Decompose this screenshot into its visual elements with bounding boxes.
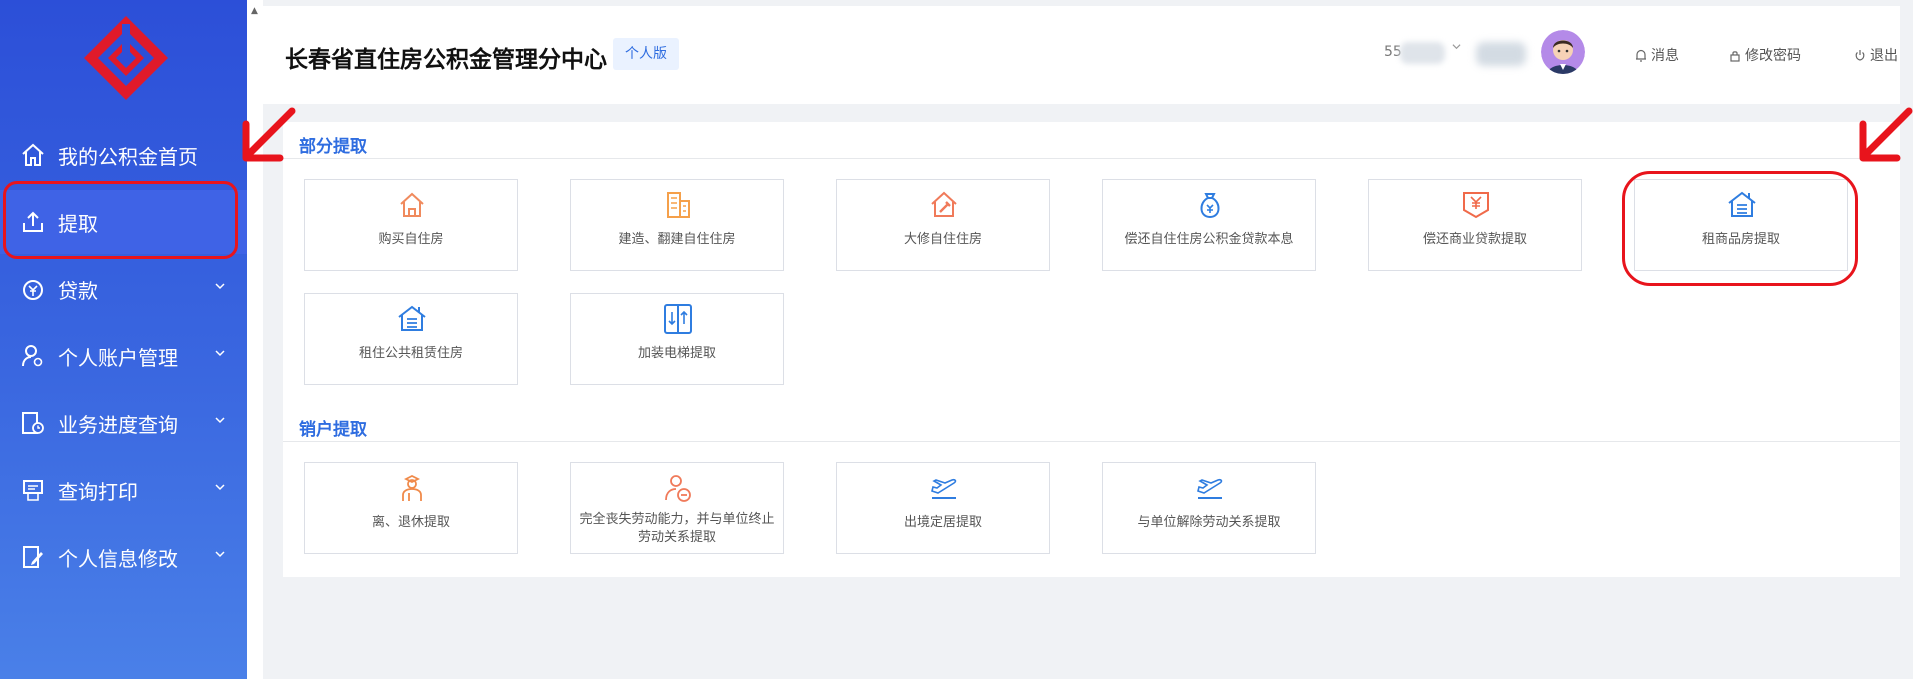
sidebar-item-progress[interactable]: 业务进度查询 xyxy=(0,391,247,455)
house-repair-icon xyxy=(931,191,957,217)
card-retirement[interactable]: 离、退休提取 xyxy=(304,462,518,554)
change-password-label: 修改密码 xyxy=(1745,48,1801,64)
card-label: 离、退休提取 xyxy=(371,515,450,530)
money-bag-icon xyxy=(1200,193,1220,219)
card-repair-house[interactable]: 大修自住住房 xyxy=(836,179,1050,271)
lock-icon xyxy=(1730,50,1740,62)
sidebar-item-loan[interactable]: 贷款 xyxy=(0,257,247,321)
card-install-elevator[interactable]: 加装电梯提取 xyxy=(570,293,784,385)
card-label: 偿还商业贷款提取 xyxy=(1422,232,1527,247)
sidebar-item-label: 查询打印 xyxy=(58,479,138,504)
sidebar-item-label: 业务进度查询 xyxy=(58,412,178,437)
messages-label: 消息 xyxy=(1651,48,1679,64)
section-title-partial: 部分提取 xyxy=(299,137,367,157)
top-header: 长春省直住房公积金管理分中心 个人版 55 消息 修改密码 退出 xyxy=(263,6,1900,104)
yuan-bag-icon xyxy=(23,280,43,300)
card-terminate-employment[interactable]: 与单位解除劳动关系提取 xyxy=(1102,462,1316,554)
building-icon xyxy=(667,192,690,218)
edit-profile-icon xyxy=(23,546,43,568)
card-buy-house[interactable]: 购买自住房 xyxy=(304,179,518,271)
logout-link[interactable]: 退出 xyxy=(1854,45,1898,65)
card-repay-provident-loan[interactable]: 偿还自住住房公积金贷款本息 xyxy=(1102,179,1316,271)
card-repay-commercial-loan[interactable]: 偿还商业贷款提取 xyxy=(1368,179,1582,271)
sidebar-item-account[interactable]: 个人账户管理 xyxy=(0,324,247,388)
bell-icon xyxy=(1636,49,1646,62)
card-label: 与单位解除劳动关系提取 xyxy=(1137,515,1281,530)
sidebar: 我的公积金首页 提取 贷款 个人账户管理 业务进度查询 查询打印 个人信息修改 xyxy=(0,0,247,679)
house-icon xyxy=(400,192,424,217)
retiree-icon xyxy=(402,474,422,501)
card-disability[interactable]: 完全丧失劳动能力，并与单位终止劳动关系提取 xyxy=(570,462,784,554)
power-icon xyxy=(1855,49,1865,61)
section-divider xyxy=(283,158,1900,159)
progress-clock-icon xyxy=(22,412,44,434)
redacted-info xyxy=(1476,42,1526,66)
user-settings-icon xyxy=(22,345,43,367)
card-label: 加装电梯提取 xyxy=(637,346,716,361)
avatar[interactable] xyxy=(1541,30,1585,74)
card-label: 完全丧失劳动能力，并与单位终止劳动关系提取 xyxy=(579,512,775,545)
section-divider xyxy=(283,441,1900,442)
chevron-down-icon xyxy=(215,283,225,290)
chevron-down-icon xyxy=(215,551,225,558)
sidebar-item-label: 贷款 xyxy=(58,278,98,303)
scroll-up-arrow[interactable]: ▲ xyxy=(251,6,258,16)
card-label: 出境定居提取 xyxy=(903,515,982,530)
messages-link[interactable]: 消息 xyxy=(1635,45,1679,65)
card-rent-public-housing[interactable]: 租住公共租赁住房 xyxy=(304,293,518,385)
card-build-house[interactable]: 建造、翻建自住住房 xyxy=(570,179,784,271)
chevron-down-icon xyxy=(215,484,225,491)
card-label: 购买自住房 xyxy=(378,232,444,247)
page-title: 长春省直住房公积金管理分中心 xyxy=(285,47,607,73)
redacted-username xyxy=(1400,42,1445,64)
logo-icon xyxy=(84,16,168,100)
printer-icon xyxy=(23,480,43,501)
sidebar-item-profile[interactable]: 个人信息修改 xyxy=(0,525,247,589)
card-label: 建造、翻建自住住房 xyxy=(618,232,736,247)
card-emigrate[interactable]: 出境定居提取 xyxy=(836,462,1050,554)
version-badge: 个人版 xyxy=(613,38,679,70)
scrollbar-track[interactable] xyxy=(247,0,263,679)
card-label: 租住公共租赁住房 xyxy=(358,346,463,361)
yuan-ticket-icon xyxy=(1463,192,1489,219)
sidebar-item-label: 个人信息修改 xyxy=(58,546,178,571)
sidebar-item-label: 我的公积金首页 xyxy=(58,144,198,169)
chevron-down-icon xyxy=(215,417,225,424)
chevron-down-icon[interactable] xyxy=(1452,42,1461,51)
section-title-closure: 销户提取 xyxy=(299,420,367,440)
annotation-highlight-withdraw xyxy=(3,181,238,259)
annotation-arrow-icon xyxy=(1859,107,1913,162)
elevator-icon xyxy=(664,304,692,334)
sidebar-item-home[interactable]: 我的公积金首页 xyxy=(0,123,247,187)
annotation-arrow-icon xyxy=(242,107,296,162)
chevron-down-icon xyxy=(215,350,225,357)
card-label: 大修自住住房 xyxy=(903,232,982,247)
card-label: 偿还自住住房公积金贷款本息 xyxy=(1124,232,1294,247)
disability-icon xyxy=(665,475,691,502)
airplane-icon xyxy=(1197,478,1223,499)
annotation-highlight-rent-commercial xyxy=(1622,171,1858,286)
rent-house-icon xyxy=(398,305,426,331)
airplane-icon xyxy=(931,478,957,499)
sidebar-item-print[interactable]: 查询打印 xyxy=(0,458,247,522)
home-icon xyxy=(22,143,44,166)
sidebar-item-label: 个人账户管理 xyxy=(58,345,178,370)
logout-label: 退出 xyxy=(1870,48,1898,64)
change-password-link[interactable]: 修改密码 xyxy=(1729,45,1801,65)
